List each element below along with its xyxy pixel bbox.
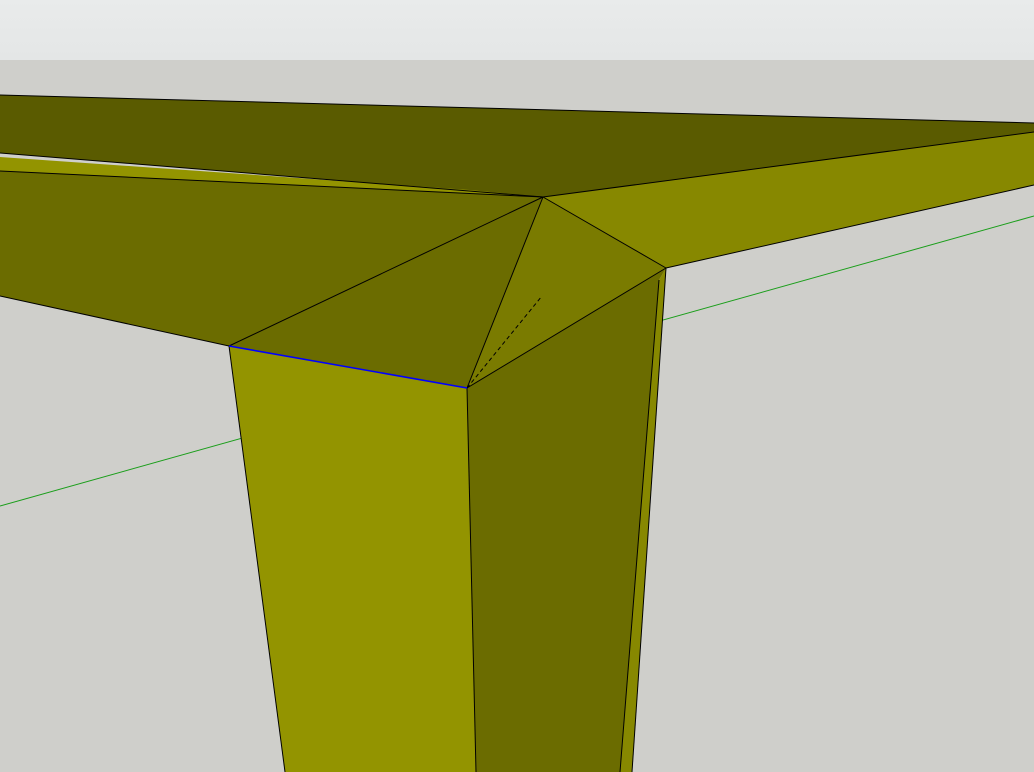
scene-canvas[interactable] [0, 0, 1034, 772]
3d-modeling-viewport[interactable] [0, 0, 1034, 772]
sky-background [0, 0, 1034, 60]
